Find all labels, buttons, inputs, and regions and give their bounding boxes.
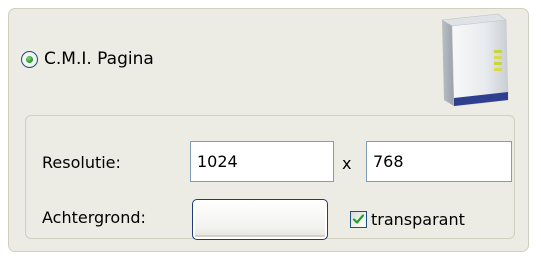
background-color-button[interactable] [192,199,328,240]
cmi-page-radio-option[interactable]: C.M.I. Pagina [21,47,154,71]
resolution-width-input[interactable] [190,141,334,182]
router-device-icon [441,13,509,107]
resolution-separator: x [342,154,352,173]
background-label: Achtergrond: [42,208,146,227]
checkmark-icon [352,213,365,224]
cmi-page-radio[interactable] [21,50,38,68]
radio-selected-dot [26,55,33,63]
transparent-label[interactable]: transparant [371,210,465,229]
resolution-height-input[interactable] [366,141,512,182]
cmi-page-label[interactable]: C.M.I. Pagina [44,49,154,69]
transparent-checkbox[interactable] [350,210,367,228]
transparent-option[interactable]: transparant [350,207,465,231]
resolution-label: Resolutie: [42,153,121,172]
